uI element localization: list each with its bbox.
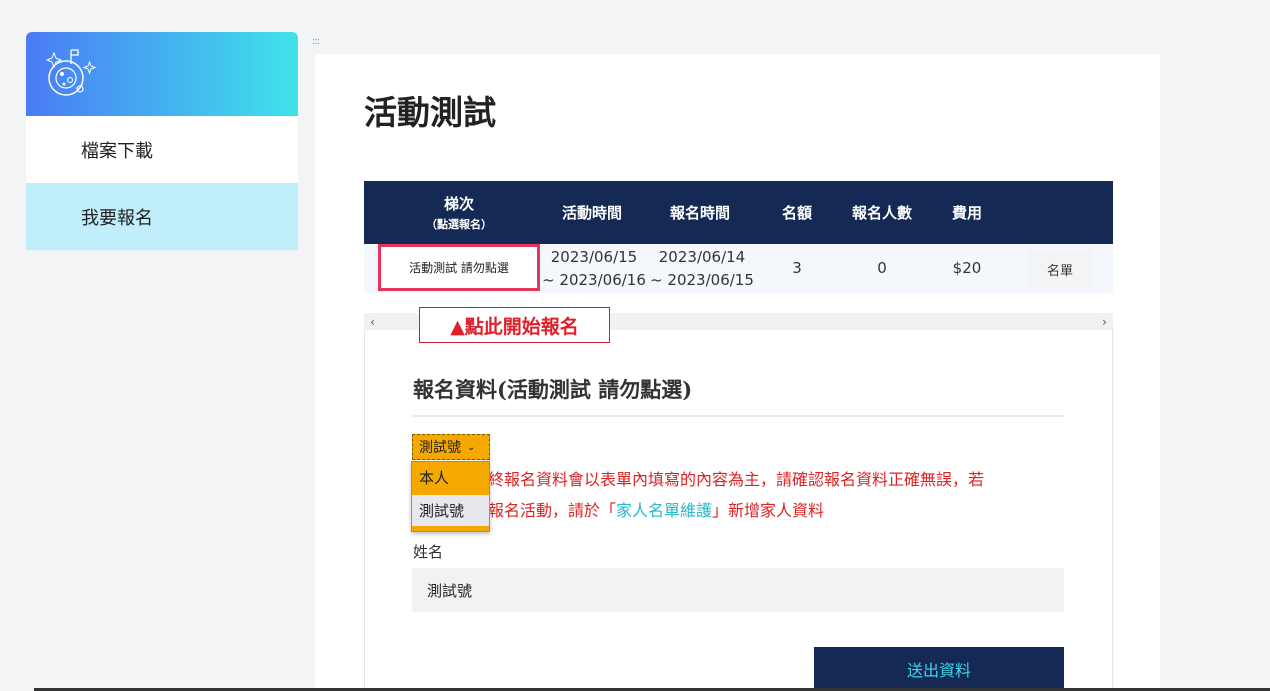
registrant-select-value: 測試號	[419, 440, 461, 456]
page-title: 活動測試	[364, 93, 496, 132]
form-title: 報名資料(活動測試 請勿點選)	[413, 377, 693, 402]
planet-sparkle-icon	[42, 44, 114, 108]
notice-line-2: 報名活動，請於「家人名單維護」新增家人資料	[488, 495, 1068, 526]
chevron-down-icon: ⌄	[467, 441, 476, 453]
notice-line-1: 終報名資料會以表單內填寫的內容為主，請確認報名資料正確無誤，若	[488, 470, 985, 489]
event-end: ~ 2023/06/16	[542, 270, 646, 289]
submit-button[interactable]: 送出資料	[814, 647, 1064, 691]
session-select-button[interactable]: 活動測試 請勿點選	[378, 244, 540, 291]
column-header-registered: 報名人數	[851, 204, 912, 222]
sidebar-item-register[interactable]: 我要報名	[26, 183, 298, 250]
column-header-quota: 名額	[781, 204, 812, 222]
drag-handle-icon[interactable]: :::	[312, 36, 320, 47]
signup-end: ~ 2023/06/15	[650, 270, 754, 289]
fee-cell: $20	[952, 259, 982, 277]
table-row: 活動測試 請勿點選 2023/06/15 ~ 2023/06/16 2023/0…	[364, 244, 1113, 293]
column-header-session: 梯次 （點選報名）	[378, 181, 540, 244]
dropdown-option-self[interactable]: 本人	[412, 462, 489, 493]
dropdown-option-test[interactable]: 測試號	[412, 495, 489, 526]
sidebar-item-label: 我要報名	[81, 207, 153, 229]
signup-start: 2023/06/14	[658, 247, 746, 266]
notice-text-end: 」新增家人資料	[712, 501, 825, 520]
sidebar: 檔案下載 我要報名	[26, 32, 298, 250]
sidebar-header	[26, 32, 298, 116]
scroll-right-icon[interactable]: ›	[1096, 313, 1113, 330]
table-header: 梯次 （點選報名） 活動時間 報名時間 名額 報名人數 費用	[364, 181, 1113, 244]
name-input[interactable]	[412, 568, 1064, 612]
notice-text: 報名活動，請於「	[488, 501, 617, 520]
scroll-left-icon[interactable]: ‹	[364, 313, 381, 330]
family-list-link[interactable]: 家人名單維護	[616, 501, 712, 520]
signup-time-cell: 2023/06/14 ~ 2023/06/15	[648, 244, 756, 293]
registrant-select[interactable]: 測試號 ⌄	[412, 434, 490, 460]
column-header-fee: 費用	[951, 204, 982, 222]
column-header-session-hint: （點選報名）	[426, 218, 492, 231]
column-header-session-label: 梯次	[443, 195, 474, 213]
event-start: 2023/06/15	[550, 247, 638, 266]
sidebar-item-downloads[interactable]: 檔案下載	[26, 116, 298, 183]
column-header-signup-time: 報名時間	[669, 204, 730, 222]
form-divider	[413, 415, 1064, 417]
event-time-cell: 2023/06/15 ~ 2023/06/16	[540, 244, 648, 293]
column-header-event-time: 活動時間	[561, 204, 622, 222]
registrant-dropdown: 本人 測試號	[411, 461, 490, 532]
quota-cell: 3	[792, 259, 802, 277]
name-label: 姓名	[413, 543, 444, 561]
sidebar-item-label: 檔案下載	[81, 140, 153, 162]
registered-cell: 0	[877, 259, 887, 277]
list-button[interactable]: 名單	[1027, 251, 1093, 287]
registration-notice: 終報名資料會以表單內填寫的內容為主，請確認報名資料正確無誤，若 報名活動，請於「…	[488, 464, 1068, 526]
start-registration-callout: ▲點此開始報名	[419, 307, 610, 343]
